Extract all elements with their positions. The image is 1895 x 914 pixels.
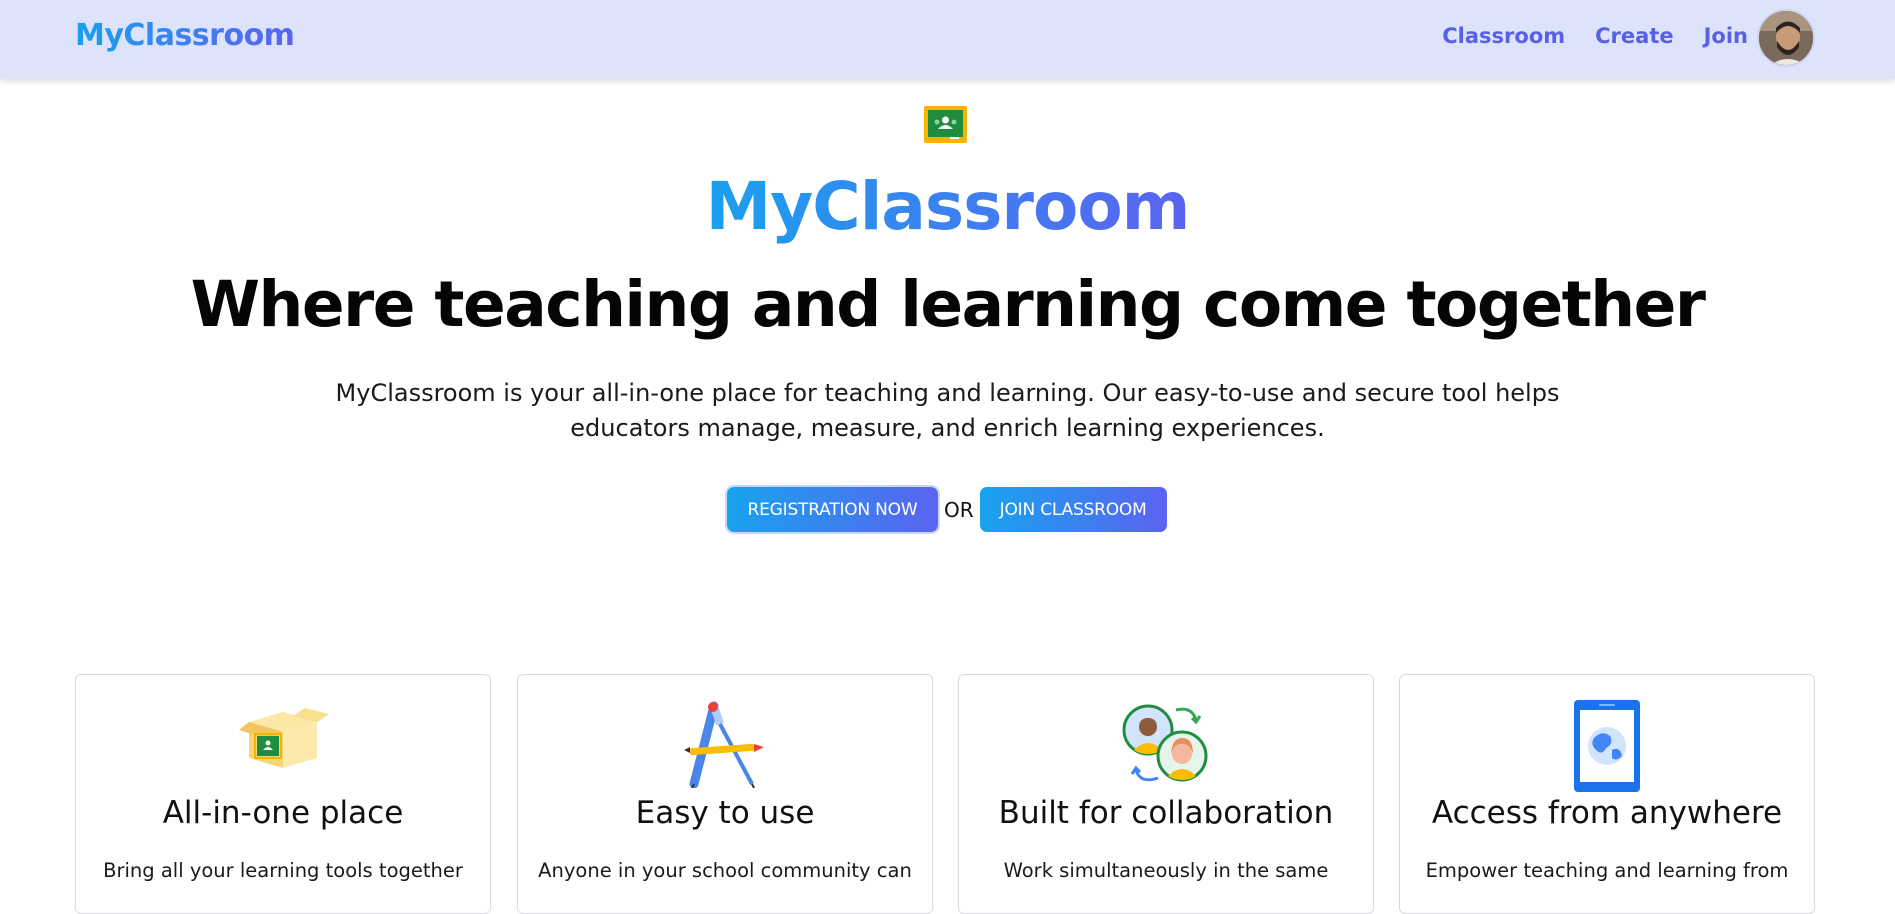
join-classroom-button[interactable]: JOIN CLASSROOM: [979, 487, 1167, 532]
classroom-logo-icon: [924, 106, 967, 143]
feature-text: Bring all your learning tools together: [103, 859, 463, 882]
collaboration-people-icon: [959, 700, 1373, 788]
feature-card-easy-to-use: Easy to use Anyone in your school commun…: [517, 674, 933, 914]
navbar: MyClassroom Classroom Create Join: [0, 0, 1895, 79]
nav-links: Classroom Create Join: [1442, 24, 1748, 48]
feature-title: Built for collaboration: [998, 795, 1334, 831]
user-avatar[interactable]: [1757, 9, 1815, 67]
nav-link-classroom[interactable]: Classroom: [1442, 24, 1565, 48]
feature-card-access-anywhere: Access from anywhere Empower teaching an…: [1399, 674, 1815, 914]
feature-text: Empower teaching and learning from: [1425, 859, 1789, 882]
cta-row: REGISTRATION NOW OR JOIN CLASSROOM: [725, 485, 1167, 534]
feature-text: Anyone in your school community can: [538, 859, 912, 882]
registration-button[interactable]: REGISTRATION NOW: [725, 485, 940, 534]
nav-link-join[interactable]: Join: [1704, 24, 1748, 48]
feature-text: Work simultaneously in the same: [1003, 859, 1329, 882]
feature-card-collaboration: Built for collaboration Work simultaneou…: [958, 674, 1374, 914]
feature-title: Access from anywhere: [1431, 795, 1783, 831]
hero-description: MyClassroom is your all-in-one place for…: [335, 379, 1560, 442]
hero-title: MyClassroom: [705, 168, 1191, 245]
feature-title: Easy to use: [635, 795, 815, 831]
feature-title: All-in-one place: [162, 795, 404, 831]
feature-card-all-in-one: All-in-one place Bring all your learning…: [75, 674, 491, 914]
box-icon: [76, 700, 490, 788]
or-separator: OR: [944, 497, 974, 522]
brand-logo-text[interactable]: MyClassroom: [75, 18, 295, 53]
nav-link-create[interactable]: Create: [1595, 24, 1673, 48]
compass-pencil-icon: [518, 700, 932, 788]
hero-headline: Where teaching and learning come togethe…: [190, 268, 1706, 341]
avatar-image-icon: [1759, 11, 1813, 65]
tablet-globe-icon: [1400, 700, 1814, 792]
